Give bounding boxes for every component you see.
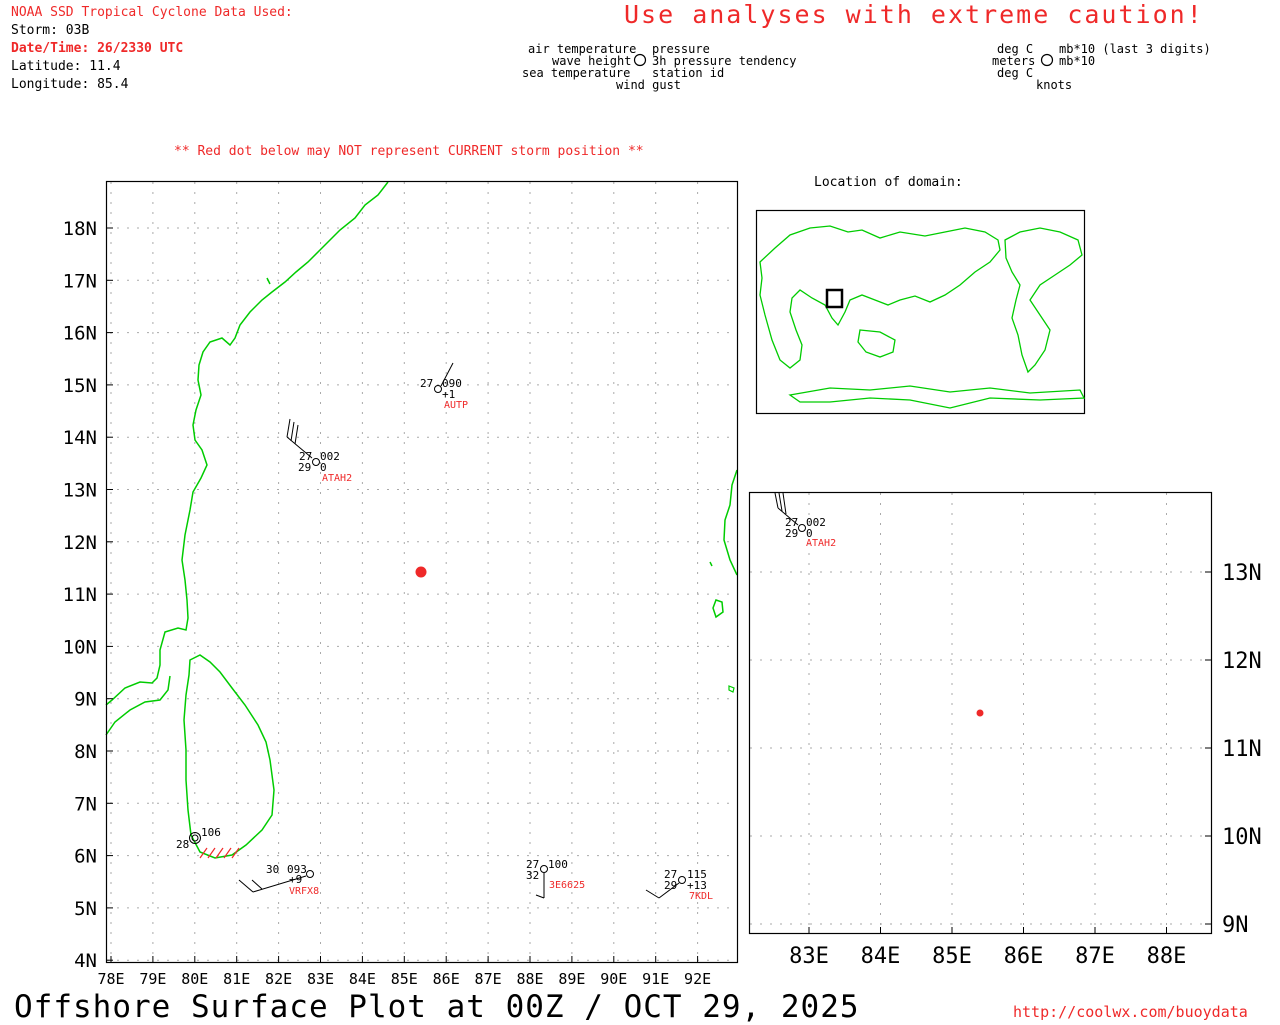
main-lat-label: 16N [63,323,97,345]
7kdl-sea-temp: 29 [664,879,677,892]
srilanka-air-temp: 28 [176,838,189,851]
main-lon-label: 79E [139,970,166,988]
3e6625-id: 3E6625 [549,880,585,891]
main-lat-label: 10N [63,636,97,658]
zoom-lat-label: 10N [1222,825,1262,850]
main-lat-label: 18N [63,218,97,240]
zoom-lon-label: 85E [932,944,972,969]
autp-id: AUTP [444,400,468,411]
vrfx8-tendency: +9 [289,873,302,886]
main-lat-label: 4N [74,950,97,972]
main-lon-label: 83E [307,970,334,988]
main-lat-label: 8N [74,741,97,763]
main-lon-label: 81E [223,970,250,988]
main-lat-label: 5N [74,898,97,920]
7kdl-id: 7KDL [689,891,713,902]
main-lon-label: 88E [516,970,543,988]
storm-position-dot [415,566,427,578]
zoom-lon-label: 83E [789,944,829,969]
coastline-sri-lanka [183,654,275,859]
main-lat-label: 12N [63,532,97,554]
atah2-id: ATAH2 [322,473,352,484]
location-of-domain-title: Location of domain: [814,175,963,190]
zoom-lon-label: 87E [1075,944,1115,969]
main-lon-label: 85E [391,970,418,988]
source-url-link[interactable]: http://coolwx.com/buoydata [1013,1003,1248,1021]
main-lon-label: 78E [97,970,124,988]
zoom-station-atah2: 27 002 29 0 ATAH2 [774,492,836,549]
world-locator-map [755,209,1086,415]
main-lon-label: 89E [558,970,585,988]
atah2-sea-temp: 29 [298,461,311,474]
main-lat-label: 15N [63,375,97,397]
zoom-storm-dot [976,709,984,717]
station-atah2: 27 002 29 0 ATAH2 [286,418,352,484]
main-lat-label: 17N [63,270,97,292]
main-lon-label: 86E [433,970,460,988]
main-lat-label: 9N [74,689,97,711]
main-lat-label: 11N [63,584,97,606]
main-lat-label: 13N [63,480,97,502]
main-lat-label: 6N [74,846,97,868]
zoom-lat-label: 9N [1222,913,1249,938]
main-lon-label: 84E [349,970,376,988]
main-lon-label: 82E [265,970,292,988]
zoom-lon-label: 86E [1004,944,1044,969]
main-map: 78E 79E 80E 81E 82E 83E 84E 85E 86E 87E 88E 89E 90E 9… [63,175,1262,988]
3e6625-pressure: 100 [548,858,568,871]
station-autp: 27 090 +1 AUTP [420,362,468,411]
main-lon-label: 90E [600,970,627,988]
zoom-lat-label: 12N [1222,649,1262,674]
zoom-lat-label: 13N [1222,561,1262,586]
plot-title: Offshore Surface Plot at 00Z / OCT 29, 2… [14,989,860,1025]
main-lon-label: 91E [642,970,669,988]
main-lat-label: 14N [63,427,97,449]
zoom-lon-label: 84E [861,944,901,969]
vrfx8-air-temp: 30 [266,863,279,876]
zoom-atah2-id: ATAH2 [806,538,836,549]
autp-air-temp: 27 [420,377,433,390]
zoom-lat-label: 11N [1222,737,1262,762]
station-3e6625: 27 100 32 3E6625 [526,858,585,899]
coastline-india [105,181,389,706]
station-vrfx8: 30 093 +9 VRFX8 [238,863,319,897]
zoom-lon-label: 88E [1147,944,1187,969]
station-sri-lanka: 28 106 [176,826,240,859]
main-lon-label: 87E [475,970,502,988]
3e6625-sea-temp: 32 [526,869,539,882]
main-lat-label: 7N [74,793,97,815]
srilanka-pressure: 106 [201,826,221,839]
main-lon-label: 80E [181,970,208,988]
zoom-atah2-sea-temp: 29 [785,527,798,540]
vrfx8-id: VRFX8 [289,886,319,897]
main-lon-label: 92E [684,970,711,988]
